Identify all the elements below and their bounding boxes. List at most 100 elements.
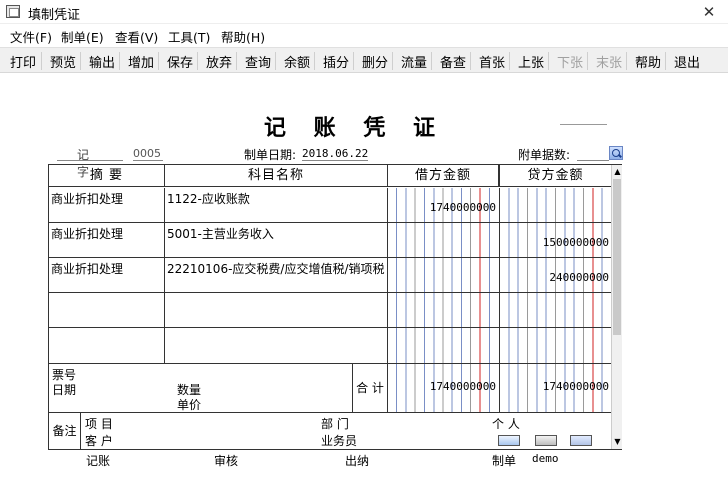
total-label: 合 计 (353, 364, 388, 412)
account-header: 科目名称 (165, 165, 388, 187)
menu-view[interactable]: 查看(V) (115, 27, 158, 46)
title-underline (560, 124, 607, 125)
preview-button[interactable]: 预览 (50, 52, 76, 71)
pencil-icon[interactable] (570, 435, 592, 446)
menu-voucher[interactable]: 制单(E) (61, 27, 104, 46)
scroll-up-icon[interactable]: ▲ (613, 167, 622, 177)
attachments-label: 附单据数: (518, 148, 571, 162)
attachments-search-icon[interactable] (609, 146, 623, 160)
summary-cell[interactable]: 商业折扣处理 (49, 223, 165, 258)
entry-row[interactable]: 商业折扣处理 1122-应收账款 1740000000 (49, 188, 612, 223)
delete-entry-button[interactable]: 删分 (362, 52, 388, 71)
printer-icon[interactable] (535, 435, 557, 446)
credit-amount: 1500000000 (542, 236, 609, 249)
total-debit-amount: 1740000000 (429, 380, 496, 393)
toolbar-separator (587, 52, 588, 70)
toolbar-separator (119, 52, 120, 70)
salesperson-label: 业务员 (321, 434, 358, 448)
account-cell[interactable] (165, 328, 388, 364)
last-voucher-button[interactable]: 末张 (596, 52, 622, 71)
discard-button[interactable]: 放弃 (206, 52, 232, 71)
customer-label: 客 户 (85, 434, 113, 448)
account-cell[interactable]: 22210106-应交税费/应交增值税/销项税 (165, 258, 388, 293)
voucher-type-field[interactable]: 记 字 (57, 146, 123, 179)
print-button[interactable]: 打印 (10, 52, 36, 71)
save-button[interactable]: 保存 (167, 52, 193, 71)
toolbar-separator (548, 52, 549, 70)
account-cell[interactable]: 5001-主营业务收入 (165, 223, 388, 258)
summary-cell[interactable] (49, 328, 165, 364)
voucher-table: 摘 要 科目名称 借方金额 贷方金额 商业折扣处理 1122-应收账款 1740… (48, 164, 622, 450)
credit-amount-grid[interactable] (499, 328, 612, 363)
credit-amount-grid[interactable] (499, 188, 612, 222)
first-voucher-button[interactable]: 首张 (479, 52, 505, 71)
toolbar-separator (509, 52, 510, 70)
menu-file[interactable]: 文件(F) (10, 27, 52, 46)
debit-amount-grid[interactable] (388, 223, 499, 257)
voucher-number-field[interactable]: 0005 (133, 147, 163, 161)
total-credit-amount: 1740000000 (542, 380, 609, 393)
attachments-input[interactable] (577, 146, 609, 161)
previous-voucher-button[interactable]: 上张 (518, 52, 544, 71)
account-cell[interactable]: 1122-应收账款 (165, 188, 388, 223)
department-label: 部 门 (321, 417, 349, 431)
scroll-thumb[interactable] (613, 179, 621, 335)
insert-entry-button[interactable]: 插分 (323, 52, 349, 71)
summary-cell[interactable]: 商业折扣处理 (49, 188, 165, 223)
balance-button[interactable]: 余额 (284, 52, 310, 71)
toolbar-separator (197, 52, 198, 70)
menu-tools[interactable]: 工具(T) (168, 27, 210, 46)
credit-amount: 240000000 (549, 271, 609, 284)
entry-row[interactable]: 商业折扣处理 22210106-应交税费/应交增值税/销项税 240000000 (49, 258, 612, 293)
export-button[interactable]: 输出 (89, 52, 115, 71)
summary-cell[interactable]: 商业折扣处理 (49, 258, 165, 293)
ticket-date-label: 日期 (52, 383, 77, 397)
add-button[interactable]: 增加 (128, 52, 154, 71)
exit-button[interactable]: 退出 (674, 52, 700, 71)
voucher-title: 记 账 凭 证 (264, 115, 445, 141)
toolbar-separator (665, 52, 666, 70)
toolbar-separator (353, 52, 354, 70)
menu-bar: 文件(F) 制单(E) 查看(V) 工具(T) 帮助(H) (0, 24, 728, 46)
vertical-scrollbar[interactable]: ▲ ▼ (611, 165, 622, 449)
debit-header: 借方金额 (388, 165, 499, 187)
credit-amount-grid[interactable] (499, 293, 612, 327)
cash-flow-button[interactable]: 流量 (401, 52, 427, 71)
toolbar-separator (275, 52, 276, 70)
title-bar: 填制凭证 ✕ (0, 0, 728, 24)
project-label: 项 目 (85, 417, 113, 431)
debit-amount-grid[interactable] (388, 258, 499, 292)
debit-amount-grid[interactable] (388, 293, 499, 327)
scroll-down-icon[interactable]: ▼ (613, 437, 622, 447)
toolbar-separator (314, 52, 315, 70)
summary-header: 摘 要 (49, 165, 165, 187)
notes-label: 备注 (49, 413, 81, 450)
close-button[interactable]: ✕ (698, 2, 720, 22)
window-title: 填制凭证 (28, 8, 81, 23)
memo-button[interactable]: 备查 (440, 52, 466, 71)
total-row: 票号 日期 数量 单价 合 计 1740000000 1740000000 (49, 364, 612, 413)
help-button[interactable]: 帮助 (635, 52, 661, 71)
summary-cell[interactable] (49, 293, 165, 328)
app-window-icon (6, 5, 20, 18)
toolbar: 打印 预览 输出 增加 保存 放弃 查询 余额 插分 删分 流量 备查 首张 上… (0, 47, 728, 73)
toolbar-separator (41, 52, 42, 70)
menu-help[interactable]: 帮助(H) (221, 27, 265, 46)
account-cell[interactable] (165, 293, 388, 328)
credit-header: 贷方金额 (499, 165, 612, 187)
query-button[interactable]: 查询 (245, 52, 271, 71)
debit-amount-grid[interactable] (388, 328, 499, 363)
toolbar-separator (392, 52, 393, 70)
card-icon[interactable] (498, 435, 520, 446)
next-voucher-button[interactable]: 下张 (557, 52, 583, 71)
entry-row[interactable] (49, 328, 612, 364)
bookkeeper-label: 记账 (86, 454, 111, 468)
toolbar-separator (236, 52, 237, 70)
date-label: 制单日期: (244, 148, 297, 162)
entry-row[interactable]: 商业折扣处理 5001-主营业务收入 1500000000 (49, 223, 612, 258)
toolbar-separator (470, 52, 471, 70)
date-field[interactable]: 2018.06.22 (302, 147, 368, 161)
cashier-label: 出纳 (345, 454, 370, 468)
entry-row[interactable] (49, 293, 612, 328)
toolbar-separator (431, 52, 432, 70)
